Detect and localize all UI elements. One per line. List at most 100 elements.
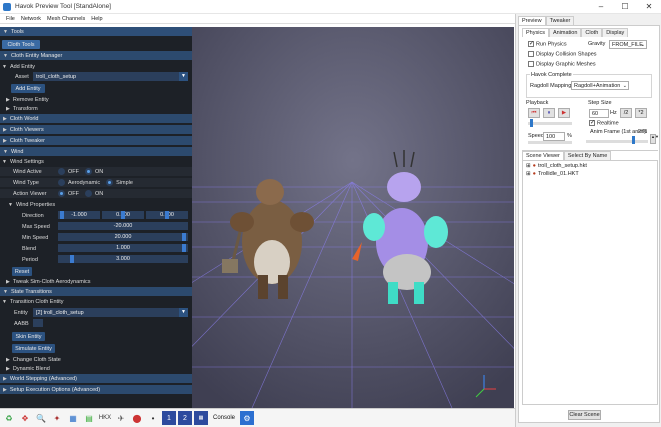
anim-frame-spinner[interactable]: ▲▼ (650, 134, 659, 144)
world-stepping-header[interactable]: ▶ World Stepping (Advanced) (0, 374, 192, 383)
dot-icon[interactable]: • (146, 411, 160, 425)
axis-move-icon[interactable]: ✥ (18, 411, 32, 425)
add-entity-node[interactable]: ▼ Add Entity (2, 62, 35, 71)
record-icon[interactable]: ⬤ (130, 411, 144, 425)
speed-slider-track[interactable] (528, 141, 572, 144)
cloth-tools-button[interactable]: Cloth Tools (2, 40, 40, 49)
tab-tweaker[interactable]: Tweaker (545, 16, 575, 25)
max-speed-slider[interactable]: -20.000 (58, 222, 188, 230)
view-quad-icon[interactable]: ▦ (194, 411, 208, 425)
maximize-button[interactable]: ☐ (613, 0, 637, 14)
menu-help[interactable]: Help (91, 16, 102, 22)
remove-entity-node[interactable]: ▶ Remove Entity (6, 95, 49, 104)
close-button[interactable]: ✕ (637, 0, 661, 14)
walk-icon[interactable]: ✈ (114, 411, 128, 425)
menu-network[interactable]: Network (21, 16, 41, 22)
aabb-field[interactable] (33, 319, 43, 327)
transition-cloth-entity-node[interactable]: ▼ Transition Cloth Entity (2, 297, 64, 306)
slider-grab[interactable] (121, 211, 125, 219)
period-slider[interactable]: 3.000 (58, 255, 188, 263)
console-label[interactable]: Console (213, 415, 235, 421)
half-step-button[interactable]: /2 (620, 108, 632, 118)
cloth-world-header[interactable]: ▶ Cloth World (0, 114, 192, 123)
3d-viewport[interactable] (192, 27, 514, 408)
blend-slider[interactable]: 1.000 (58, 244, 188, 252)
grid-icon[interactable]: ▤ (82, 411, 96, 425)
wind-settings-node[interactable]: ▼ Wind Settings (2, 157, 44, 166)
minimize-button[interactable]: – (589, 0, 613, 14)
view-1-icon[interactable]: 1 (162, 411, 176, 425)
simple-radio[interactable] (106, 179, 114, 186)
playback-slider-thumb[interactable] (530, 119, 533, 127)
tools-header[interactable]: ▼ Tools (0, 27, 192, 36)
mesh-icon[interactable]: ▦ (66, 411, 80, 425)
min-speed-slider[interactable]: 20.000 (58, 233, 188, 241)
reset-button[interactable]: Reset (12, 267, 32, 276)
wind-off-radio[interactable] (58, 168, 65, 175)
tab-display[interactable]: Display (602, 28, 629, 37)
slider-grab[interactable] (165, 211, 169, 219)
play-button[interactable]: ▶ (558, 108, 570, 118)
rewind-button[interactable]: ⏮ (528, 108, 540, 118)
tweak-aero-node[interactable]: ▶ Tweak Sim-Cloth Aerodynamics (6, 277, 91, 286)
ragdoll-mapping-select[interactable]: Ragdoll+Animation ⌄ (571, 81, 629, 90)
anim-frame-slider-thumb[interactable] (632, 136, 635, 144)
cloth-entity-manager-header[interactable]: ▼ Cloth Entity Manager (0, 51, 192, 60)
change-cloth-state-node[interactable]: ▶ Change Cloth State (6, 355, 61, 364)
run-physics-checkbox[interactable]: Run Physics (528, 40, 567, 47)
direction-z-field[interactable]: 0.000 (146, 211, 188, 219)
aerodynamic-radio[interactable] (58, 179, 65, 186)
gear-icon[interactable]: ⚙ (240, 411, 255, 425)
setup-execution-header[interactable]: ▶ Setup Execution Options (Advanced) (0, 385, 192, 394)
action-off-radio[interactable] (58, 190, 65, 197)
tab-preview[interactable]: Preview (518, 16, 546, 25)
dynamic-blend-node[interactable]: ▶ Dynamic Blend (6, 364, 50, 373)
menu-mesh-channels[interactable]: Mesh Channels (47, 16, 85, 22)
direction-y-field[interactable]: 0.000 (102, 211, 144, 219)
asset-select[interactable]: troll_cloth_setup ▼ (33, 72, 188, 81)
tree-item[interactable]: ⊞ ● troll_cloth_setup.hkt (526, 163, 587, 169)
slider-grab[interactable] (182, 244, 186, 252)
tab-animation[interactable]: Animation (548, 28, 582, 37)
zoom-icon[interactable]: 🔍 (34, 411, 48, 425)
action-on-radio[interactable] (85, 190, 92, 197)
double-step-button[interactable]: *2 (635, 108, 647, 118)
recycle-icon[interactable]: ♻ (2, 411, 16, 425)
tree-item[interactable]: ⊞ ● Trollidle_01.HKT (526, 171, 579, 177)
wind-properties-node[interactable]: ▼ Wind Properties (8, 200, 55, 209)
view-2-icon[interactable]: 2 (178, 411, 192, 425)
slider-grab[interactable] (60, 211, 64, 219)
slider-grab[interactable] (182, 233, 186, 241)
chevron-down-icon: ▼ (179, 72, 188, 81)
realtime-checkbox[interactable]: Realtime (589, 119, 619, 126)
step-size-input[interactable]: 60 (589, 109, 609, 118)
display-collision-checkbox[interactable]: Display Collision Shapes (528, 51, 597, 57)
direction-x-field[interactable]: -1.000 (58, 211, 100, 219)
physics-icon[interactable]: ✦ (50, 411, 64, 425)
tab-select-by-name[interactable]: Select By Name (563, 151, 612, 160)
transform-node[interactable]: ▶ Transform (6, 104, 38, 113)
display-graphic-checkbox[interactable]: Display Graphic Meshes (528, 61, 596, 67)
entity-select[interactable]: [2] troll_cloth_setup ▼ (33, 308, 188, 317)
wind-on-radio[interactable] (85, 168, 92, 175)
anim-frame-slider-track[interactable] (586, 140, 648, 143)
clear-scene-button[interactable]: Clear Scene (568, 410, 601, 420)
tab-scene-viewer[interactable]: Scene Viewer (522, 151, 564, 160)
simulate-entity-button[interactable]: Simulate Entity (12, 344, 55, 353)
state-transitions-header[interactable]: ▼ State Transitions (0, 287, 192, 296)
playback-slider-track[interactable] (528, 122, 572, 125)
gravity-select[interactable]: FROM_FILE ⌄ (609, 40, 647, 49)
slider-grab[interactable] (70, 255, 74, 263)
pause-button[interactable]: ⏸ (543, 108, 555, 118)
tab-physics[interactable]: Physics (522, 28, 549, 37)
skin-entity-button[interactable]: Skin Entity (12, 332, 45, 341)
add-entity-button[interactable]: Add Entity (11, 84, 45, 93)
cloth-tweaker-header[interactable]: ▶ Cloth Tweaker (0, 136, 192, 145)
scene-tree[interactable] (522, 160, 658, 405)
menu-file[interactable]: File (6, 16, 15, 22)
cloth-viewers-header[interactable]: ▶ Cloth Viewers (0, 125, 192, 134)
tab-cloth[interactable]: Cloth (581, 28, 603, 37)
speed-input[interactable]: 100 (543, 132, 565, 141)
wind-header[interactable]: ▼ Wind (0, 147, 192, 156)
hkx-icon[interactable]: HKX (98, 411, 112, 425)
